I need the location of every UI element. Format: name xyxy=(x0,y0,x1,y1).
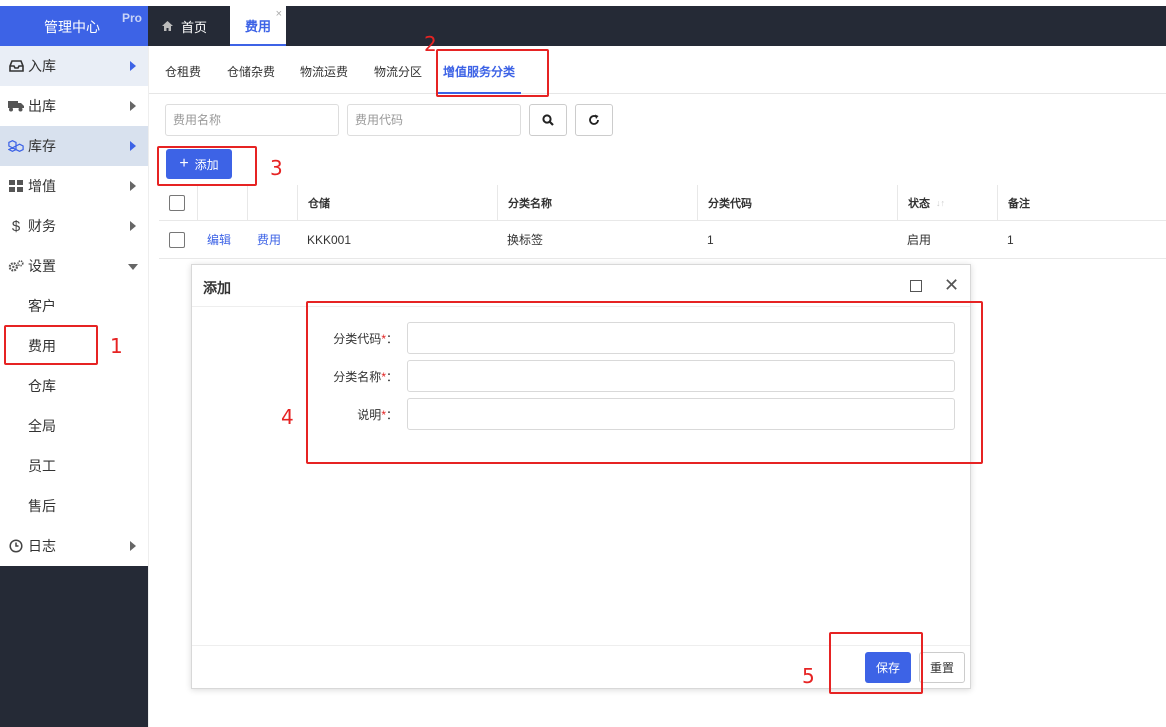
sidebar-subitem-global[interactable]: 全局 xyxy=(0,406,148,446)
annotation-box-5 xyxy=(829,632,923,694)
sort-icon[interactable]: ↓↑ xyxy=(936,198,945,208)
close-tab-icon[interactable]: × xyxy=(276,8,282,20)
brand-header[interactable]: 管理中心 Pro xyxy=(0,6,148,46)
table-header-row: 仓储 分类名称 分类代码 状态 ↓↑ 备注 xyxy=(159,185,1166,221)
fee-category-table: 仓储 分类名称 分类代码 状态 ↓↑ 备注 编辑 费用 KKK001 换标签 1… xyxy=(159,185,1166,259)
sidebar-item-label: 财务 xyxy=(28,218,56,234)
inbox-icon xyxy=(8,59,24,73)
top-tab-bar: 首页 费用 × xyxy=(148,6,1166,46)
annotation-number-5: 5 xyxy=(802,664,815,688)
chevron-right-icon xyxy=(130,101,136,111)
cell-category-name: 换标签 xyxy=(507,233,544,247)
header-status-label: 状态 xyxy=(908,197,930,210)
sidebar-item-label: 入库 xyxy=(28,58,56,74)
tab-fees[interactable]: 费用 × xyxy=(230,6,286,46)
app-title: 管理中心 xyxy=(44,19,100,35)
sidebar-subitem-customers[interactable]: 客户 xyxy=(0,286,148,326)
sidebar-item-inventory[interactable]: 库存 xyxy=(0,126,148,166)
subtab-logistics-freight[interactable]: 物流运费 xyxy=(300,54,348,94)
tab-label: 费用 xyxy=(244,18,271,34)
cell-warehouse: KKK001 xyxy=(307,232,352,247)
search-icon xyxy=(542,114,554,126)
reset-button[interactable]: 重置 xyxy=(919,652,965,683)
sidebar-item-label: 增值 xyxy=(28,178,56,194)
sidebar-menu: 入库 出库 库存 增值 $ 财务 设置 客户 费用 仓库 全局 员工 售后 日志 xyxy=(0,46,148,566)
pro-badge: Pro xyxy=(121,11,142,25)
row-select-cell xyxy=(159,221,197,258)
annotation-number-4: 4 xyxy=(281,405,294,429)
refresh-icon xyxy=(589,114,599,125)
header-action-1 xyxy=(197,185,247,220)
annotation-number-3: 3 xyxy=(270,156,283,180)
tab-label: 首页 xyxy=(181,19,208,35)
cubes-icon xyxy=(8,139,24,153)
fee-code-input[interactable]: 费用代码 xyxy=(347,104,521,136)
sidebar-item-value-added[interactable]: 增值 xyxy=(0,166,148,206)
subtab-storage-misc[interactable]: 仓储杂费 xyxy=(227,54,275,94)
sidebar-item-label: 设置 xyxy=(28,258,56,274)
fee-type-tabs: 仓租费 仓储杂费 物流运费 物流分区 增值服务分类 xyxy=(149,54,1166,94)
sidebar-item-settings[interactable]: 设置 xyxy=(0,246,148,286)
sidebar: 管理中心 Pro 入库 出库 库存 增值 $ 财务 设置 客户 费用 仓库 全局… xyxy=(0,6,148,727)
home-icon xyxy=(162,21,173,31)
chevron-right-icon xyxy=(130,541,136,551)
header-status[interactable]: 状态 ↓↑ xyxy=(897,185,997,220)
sidebar-item-finance[interactable]: $ 财务 xyxy=(0,206,148,246)
annotation-box-2 xyxy=(436,49,549,97)
row-checkbox[interactable] xyxy=(169,231,185,248)
annotation-box-4 xyxy=(306,301,983,464)
dollar-icon: $ xyxy=(11,217,21,235)
sidebar-subitem-after-sales[interactable]: 售后 xyxy=(0,486,148,526)
header-action-2 xyxy=(247,185,297,220)
header-remark: 备注 xyxy=(997,185,1166,220)
maximize-icon[interactable] xyxy=(910,280,922,292)
sidebar-item-outbound[interactable]: 出库 xyxy=(0,86,148,126)
sidebar-subitem-staff[interactable]: 员工 xyxy=(0,446,148,486)
edit-link[interactable]: 编辑 xyxy=(197,221,247,258)
close-icon[interactable]: ✕ xyxy=(944,276,959,294)
fee-link[interactable]: 费用 xyxy=(247,221,297,258)
cell-category-code: 1 xyxy=(707,232,714,247)
chevron-down-icon xyxy=(128,264,138,270)
cell-status: 启用 xyxy=(907,233,932,247)
header-category-name: 分类名称 xyxy=(497,185,697,220)
search-button[interactable] xyxy=(529,104,567,136)
chevron-right-icon xyxy=(130,221,136,231)
select-all-checkbox[interactable] xyxy=(169,194,185,211)
clock-icon xyxy=(8,539,24,553)
table-row: 编辑 费用 KKK001 换标签 1 启用 1 xyxy=(159,221,1166,259)
annotation-number-1: 1 xyxy=(110,334,123,358)
header-warehouse: 仓储 xyxy=(297,185,497,220)
sidebar-item-label: 日志 xyxy=(28,538,56,554)
chevron-right-icon xyxy=(130,181,136,191)
grid-icon xyxy=(8,179,24,193)
annotation-box-1 xyxy=(4,325,98,365)
sidebar-item-inbound[interactable]: 入库 xyxy=(0,46,148,86)
truck-icon xyxy=(8,99,24,113)
sidebar-item-label: 出库 xyxy=(28,98,56,114)
subtab-logistics-zone[interactable]: 物流分区 xyxy=(374,54,422,94)
header-category-code: 分类代码 xyxy=(697,185,897,220)
chevron-right-icon xyxy=(130,61,136,71)
annotation-box-3 xyxy=(157,146,257,186)
tab-home[interactable]: 首页 xyxy=(162,6,207,46)
select-all-cell xyxy=(159,185,197,220)
annotation-number-2: 2 xyxy=(424,32,437,56)
dialog-title: 添加 xyxy=(203,280,231,296)
sidebar-item-label: 库存 xyxy=(28,138,56,154)
sidebar-subitem-warehouse[interactable]: 仓库 xyxy=(0,366,148,406)
gears-icon xyxy=(8,259,24,273)
refresh-button[interactable] xyxy=(575,104,613,136)
fee-name-input[interactable]: 费用名称 xyxy=(165,104,339,136)
subtab-storage-rent[interactable]: 仓租费 xyxy=(165,54,201,94)
cell-remark: 1 xyxy=(1007,232,1014,247)
chevron-right-icon xyxy=(130,141,136,151)
sidebar-item-log[interactable]: 日志 xyxy=(0,526,148,566)
